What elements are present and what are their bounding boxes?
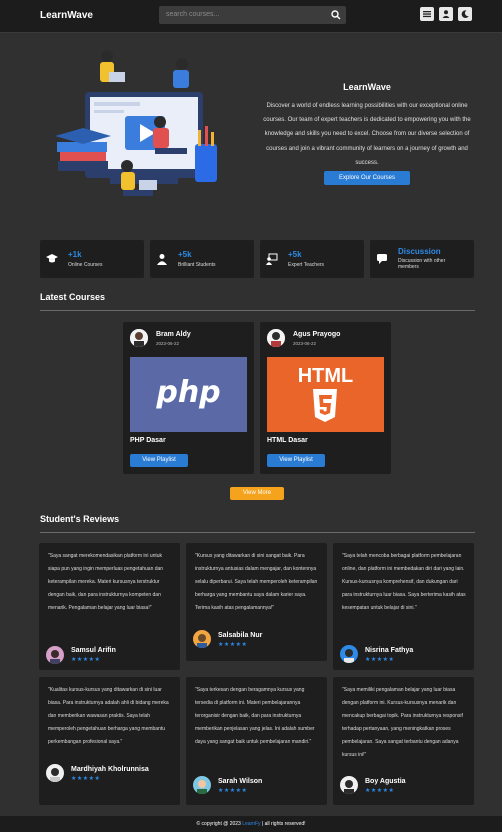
review-card: "Kualitas kursus-kursus yang ditawarkan … (39, 677, 180, 805)
stat-number: +5k (288, 250, 302, 259)
review-card: "Kursus yang ditawarkan di sini sangat b… (186, 543, 327, 661)
explore-courses-button[interactable]: Explore Our Courses (324, 171, 410, 185)
student-icon (157, 254, 167, 265)
theme-toggle-button[interactable] (458, 7, 472, 21)
site-logo[interactable]: LearnWave (40, 10, 93, 21)
author-avatar-icon (267, 329, 285, 347)
menu-button[interactable] (420, 7, 434, 21)
search-icon[interactable] (330, 9, 342, 21)
review-quote: "Kualitas kursus-kursus yang ditawarkan … (48, 687, 169, 745)
stat-card: +5k Brilliant Students (150, 240, 254, 278)
avatar (46, 646, 64, 664)
review-card: "Saya terkesan dengan beragamnya kursus … (186, 677, 327, 805)
view-more-button[interactable]: View More (230, 487, 284, 500)
author-avatar-icon (130, 329, 148, 347)
user-icon (442, 10, 450, 18)
stat-label: Online Courses (68, 262, 103, 268)
search-input[interactable]: search courses... (166, 11, 219, 18)
stat-card: Discussion Discussion with other members (370, 240, 474, 278)
rating-stars: ★★★★★ (71, 657, 101, 663)
review-card: "Saya telah mencoba berbagai platform pe… (333, 543, 474, 670)
user-button[interactable] (439, 7, 453, 21)
footer-brand-link[interactable]: LearnFy (242, 821, 260, 827)
rating-stars: ★★★★★ (71, 776, 101, 782)
rating-stars: ★★★★★ (218, 642, 248, 648)
reviewer-avatar-icon (46, 764, 64, 782)
php-logo: php (156, 375, 221, 410)
stat-label: Discussion with other members (398, 258, 446, 270)
view-playlist-button[interactable]: View Playlist (267, 454, 325, 467)
stat-number: Discussion (398, 247, 441, 256)
menu-icon (423, 11, 431, 18)
review-quote: "Saya telah mencoba berbagai platform pe… (342, 553, 466, 611)
reviewer-avatar-icon (193, 630, 211, 648)
stat-number: +5k (178, 250, 192, 259)
rating-stars: ★★★★★ (365, 788, 395, 794)
top-navbar: LearnWave search courses... (0, 0, 502, 33)
stat-label: Brilliant Students (178, 262, 216, 268)
reviewer-name: Samsul Arifin (71, 647, 116, 654)
reviewer-name: Nisrina Fathya (365, 647, 414, 654)
hero-section: LearnWave Discover a world of endless le… (258, 82, 476, 170)
footer: © copyright @ 2023 LearnFy | all rights … (0, 816, 502, 832)
course-date: 2023-06-22 (156, 341, 180, 346)
course-thumbnail[interactable]: HTML (267, 357, 384, 432)
reviews-heading: Student's Reviews (40, 514, 120, 524)
avatar (340, 776, 358, 794)
avatar (340, 645, 358, 663)
reviewer-avatar-icon (340, 776, 358, 794)
review-card: "Saya memiliki pengalaman belajar yang l… (333, 677, 474, 805)
copyright-text: © copyright @ 2023 (196, 821, 241, 827)
review-card: "Saya sangat merekomendasikan platform i… (39, 543, 180, 670)
view-playlist-button[interactable]: View Playlist (130, 454, 188, 467)
reviewer-avatar-icon (340, 645, 358, 663)
course-title: HTML Dasar (267, 437, 308, 444)
html-logo-text: HTML (297, 365, 354, 387)
avatar (46, 764, 64, 782)
hero-illustration (55, 50, 217, 196)
html5-shield-icon (313, 389, 337, 422)
reviewer-name: Sarah Wilson (218, 778, 263, 785)
course-date: 2023-06-22 (293, 341, 317, 346)
stat-card: +1k Online Courses (40, 240, 144, 278)
stat-number: +1k (68, 250, 82, 259)
divider (40, 310, 475, 311)
course-author: Bram Aldy (156, 331, 191, 338)
course-card: Bram Aldy 2023-06-22 php PHP Dasar View … (123, 322, 254, 474)
hero-description: Discover a world of endless learning pos… (263, 103, 471, 166)
search-box[interactable]: search courses... (159, 6, 346, 24)
teacher-icon (266, 253, 278, 265)
reviewer-avatar-icon (46, 646, 64, 664)
rights-text: | all rights reserved! (261, 821, 306, 827)
avatar (130, 329, 148, 347)
graduation-cap-icon (46, 254, 58, 263)
reviewer-name: Salsabila Nur (218, 632, 263, 639)
rating-stars: ★★★★★ (365, 657, 395, 663)
chat-icon (377, 254, 387, 264)
reviewer-name: Boy Agustia (365, 778, 406, 785)
avatar (193, 776, 211, 794)
review-quote: "Kursus yang ditawarkan di sini sangat b… (195, 553, 318, 611)
moon-icon (461, 10, 469, 18)
course-author: Agus Prayogo (293, 331, 341, 338)
course-card: Agus Prayogo 2023-06-22 HTML HTML Dasar … (260, 322, 391, 474)
stat-label: Expert Teachers (288, 262, 325, 268)
hero-title: LearnWave (343, 82, 391, 92)
stat-card: +5k Expert Teachers (260, 240, 364, 278)
review-quote: "Saya sangat merekomendasikan platform i… (48, 553, 164, 611)
divider (40, 532, 475, 533)
review-quote: "Saya memiliki pengalaman belajar yang l… (342, 687, 463, 758)
course-title: PHP Dasar (130, 437, 166, 444)
rating-stars: ★★★★★ (218, 788, 248, 794)
avatar (267, 329, 285, 347)
reviewer-name: Mardhiyah Kholrunnisa (71, 766, 149, 773)
avatar (193, 630, 211, 648)
reviewer-avatar-icon (193, 776, 211, 794)
latest-courses-heading: Latest Courses (40, 292, 106, 302)
course-thumbnail[interactable]: php (130, 357, 247, 432)
review-quote: "Saya terkesan dengan beragamnya kursus … (195, 687, 315, 745)
